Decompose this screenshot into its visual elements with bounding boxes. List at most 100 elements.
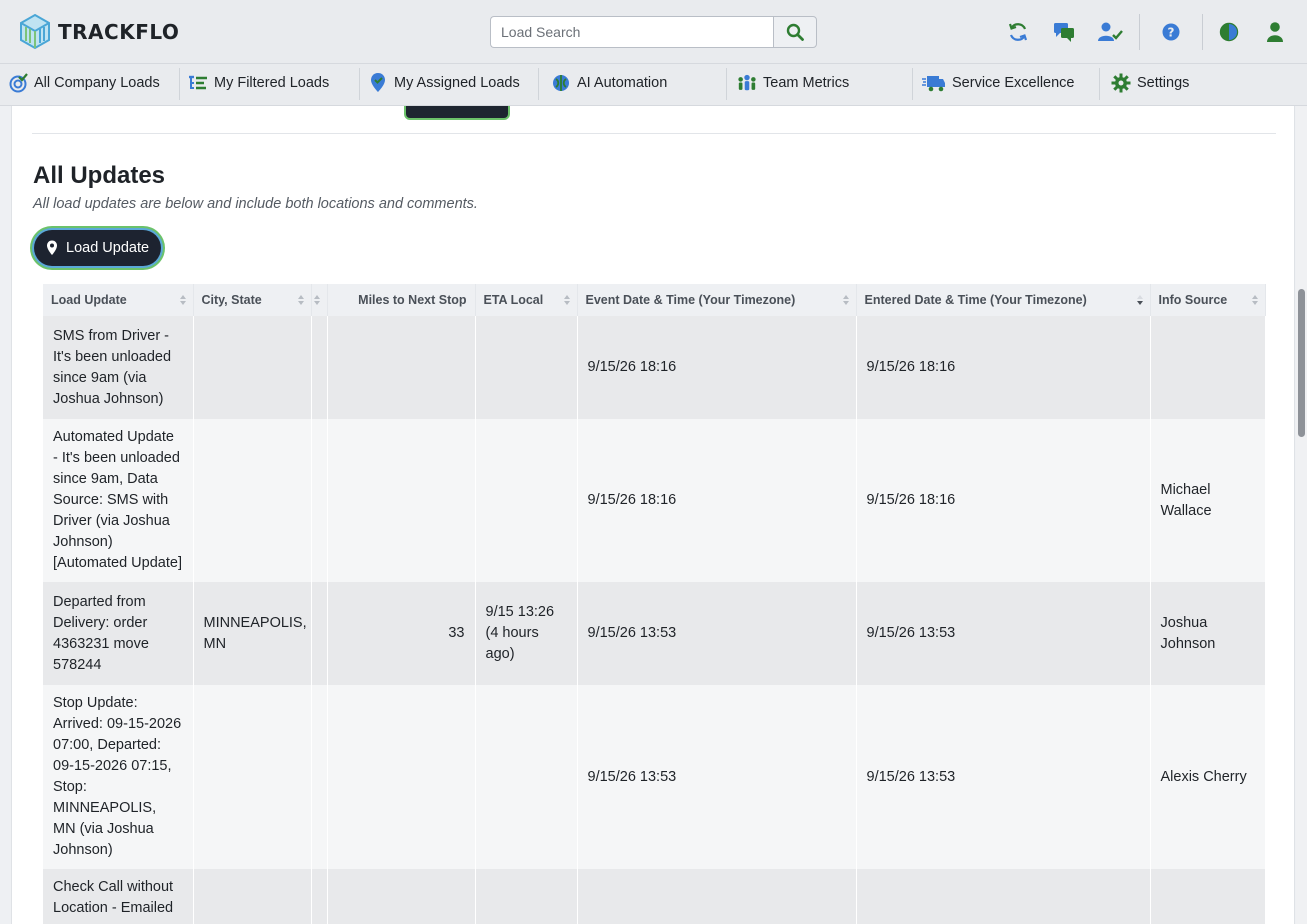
profile-button[interactable] [1261, 18, 1289, 46]
cell-event-datetime: 9/15/26 13:53 [577, 582, 857, 685]
column-header-city-state[interactable]: City, State [193, 284, 312, 316]
target-check-icon [9, 73, 28, 93]
nav-label: Service Excellence [952, 75, 1075, 91]
cell-info-source [1150, 316, 1266, 419]
cell-load-update: Stop Update: Arrived: 09-15-2026 07:00, … [43, 685, 194, 869]
table-row[interactable]: Stop Update: Arrived: 09-15-2026 07:00, … [43, 685, 1266, 869]
search-button[interactable] [773, 16, 817, 48]
main-nav: All Company Loads My Filtered Loads My A… [0, 64, 1307, 106]
cell-entered-datetime: 9/15/26 13:53 [856, 685, 1151, 869]
cell-load-update: Check Call without Location - Emailed [43, 869, 194, 924]
nav-label: Team Metrics [763, 75, 850, 91]
header-divider [1202, 14, 1203, 50]
cell-city-state [193, 685, 312, 869]
sort-icon [179, 295, 186, 305]
contrast-button[interactable] [1215, 18, 1243, 46]
search-input[interactable] [490, 16, 773, 48]
nav-my-filtered-loads[interactable]: My Filtered Loads [188, 64, 329, 102]
cell-entered-datetime [856, 869, 1151, 924]
sort-icon [563, 295, 570, 305]
table-row[interactable]: SMS from Driver - It's been unloaded sin… [43, 316, 1266, 419]
refresh-icon [1008, 23, 1028, 41]
map-pin-icon [371, 73, 385, 92]
chat-icon [1054, 23, 1074, 42]
svg-text:?: ? [1168, 26, 1175, 40]
previous-section-remnant [32, 106, 1276, 134]
nav-my-assigned-loads[interactable]: My Assigned Loads [368, 64, 520, 102]
nav-settings[interactable]: Settings [1111, 64, 1189, 102]
help-icon: ? [1162, 23, 1180, 41]
cell-miles: 33 [327, 582, 476, 685]
column-header-eta-local[interactable]: ETA Local [475, 284, 578, 316]
nav-all-company-loads[interactable]: All Company Loads [8, 64, 160, 102]
cell-blank [311, 419, 328, 582]
user-check-button[interactable] [1096, 18, 1124, 46]
page-scrollbar[interactable] [1296, 106, 1307, 924]
nav-ai-automation[interactable]: AI Automation [551, 64, 667, 102]
app-name: TRACKFLO [58, 20, 180, 44]
main-content: All Updates All load updates are below a… [11, 106, 1295, 924]
chat-button[interactable] [1050, 18, 1078, 46]
nav-service-excellence[interactable]: Service Excellence [922, 64, 1075, 102]
table-row[interactable]: Check Call without Location - Emailed [43, 869, 1266, 924]
cell-load-update: SMS from Driver - It's been unloaded sin… [43, 316, 194, 419]
cell-info-source: Joshua Johnson [1150, 582, 1266, 685]
cell-eta [475, 419, 578, 582]
cell-eta [475, 869, 578, 924]
cell-info-source: Alexis Cherry [1150, 685, 1266, 869]
cell-blank [311, 869, 328, 924]
cell-miles [327, 316, 476, 419]
logo[interactable]: TRACKFLO [18, 13, 179, 51]
column-header-load-update[interactable]: Load Update [43, 284, 194, 316]
updates-table: Load Update City, State Miles to Next St… [43, 284, 1266, 924]
nav-label: AI Automation [577, 75, 668, 91]
nav-label: Settings [1137, 75, 1190, 91]
cell-info-source: Michael Wallace [1150, 419, 1266, 582]
cell-event-datetime: 9/15/26 18:16 [577, 316, 857, 419]
previous-section-button[interactable] [404, 106, 510, 120]
contrast-icon [1219, 22, 1239, 42]
cell-eta [475, 685, 578, 869]
column-header-info-source[interactable]: Info Source [1150, 284, 1266, 316]
logo-icon [20, 13, 50, 50]
team-icon [738, 74, 756, 91]
table-row[interactable]: Automated Update - It's been unloaded si… [43, 419, 1266, 582]
table-header-row: Load Update City, State Miles to Next St… [43, 284, 1266, 316]
cell-blank [311, 316, 328, 419]
load-update-button[interactable]: Load Update [34, 230, 162, 266]
cell-miles [327, 685, 476, 869]
cell-city-state: MINNEAPOLIS, MN [193, 582, 312, 685]
column-header-event-datetime[interactable]: Event Date & Time (Your Timezone) [577, 284, 857, 316]
section-title: All Updates [33, 162, 166, 189]
nav-label: My Filtered Loads [214, 75, 330, 91]
cell-event-datetime [577, 869, 857, 924]
cell-city-state [193, 869, 312, 924]
column-header-blank[interactable] [311, 284, 328, 316]
cell-eta: 9/15 13:26 (4 hours ago) [475, 582, 578, 685]
cell-event-datetime: 9/15/26 18:16 [577, 419, 857, 582]
gear-icon [1111, 73, 1131, 93]
filter-list-icon [189, 75, 207, 90]
cell-blank [311, 685, 328, 869]
help-button[interactable]: ? [1157, 18, 1185, 46]
sort-icon [1251, 295, 1258, 305]
nav-team-metrics[interactable]: Team Metrics [737, 64, 849, 102]
cell-load-update: Automated Update - It's been unloaded si… [43, 419, 194, 582]
cell-event-datetime: 9/15/26 13:53 [577, 685, 857, 869]
cell-entered-datetime: 9/15/26 18:16 [856, 316, 1151, 419]
cell-city-state [193, 419, 312, 582]
map-pin-icon [47, 240, 57, 255]
app-header: TRACKFLO Load Search ? [0, 0, 1307, 64]
cell-info-source [1150, 869, 1266, 924]
cell-miles [327, 419, 476, 582]
truck-icon [922, 76, 945, 92]
nav-label: All Company Loads [34, 75, 160, 91]
table-row[interactable]: Departed from Delivery: order 4363231 mo… [43, 582, 1266, 685]
cell-entered-datetime: 9/15/26 13:53 [856, 582, 1151, 685]
refresh-button[interactable] [1004, 18, 1032, 46]
column-header-miles[interactable]: Miles to Next Stop [327, 284, 476, 316]
cell-city-state [193, 316, 312, 419]
scrollbar-thumb[interactable] [1298, 289, 1305, 437]
column-header-entered-datetime[interactable]: Entered Date & Time (Your Timezone) [856, 284, 1151, 316]
user-check-icon [1098, 22, 1123, 41]
